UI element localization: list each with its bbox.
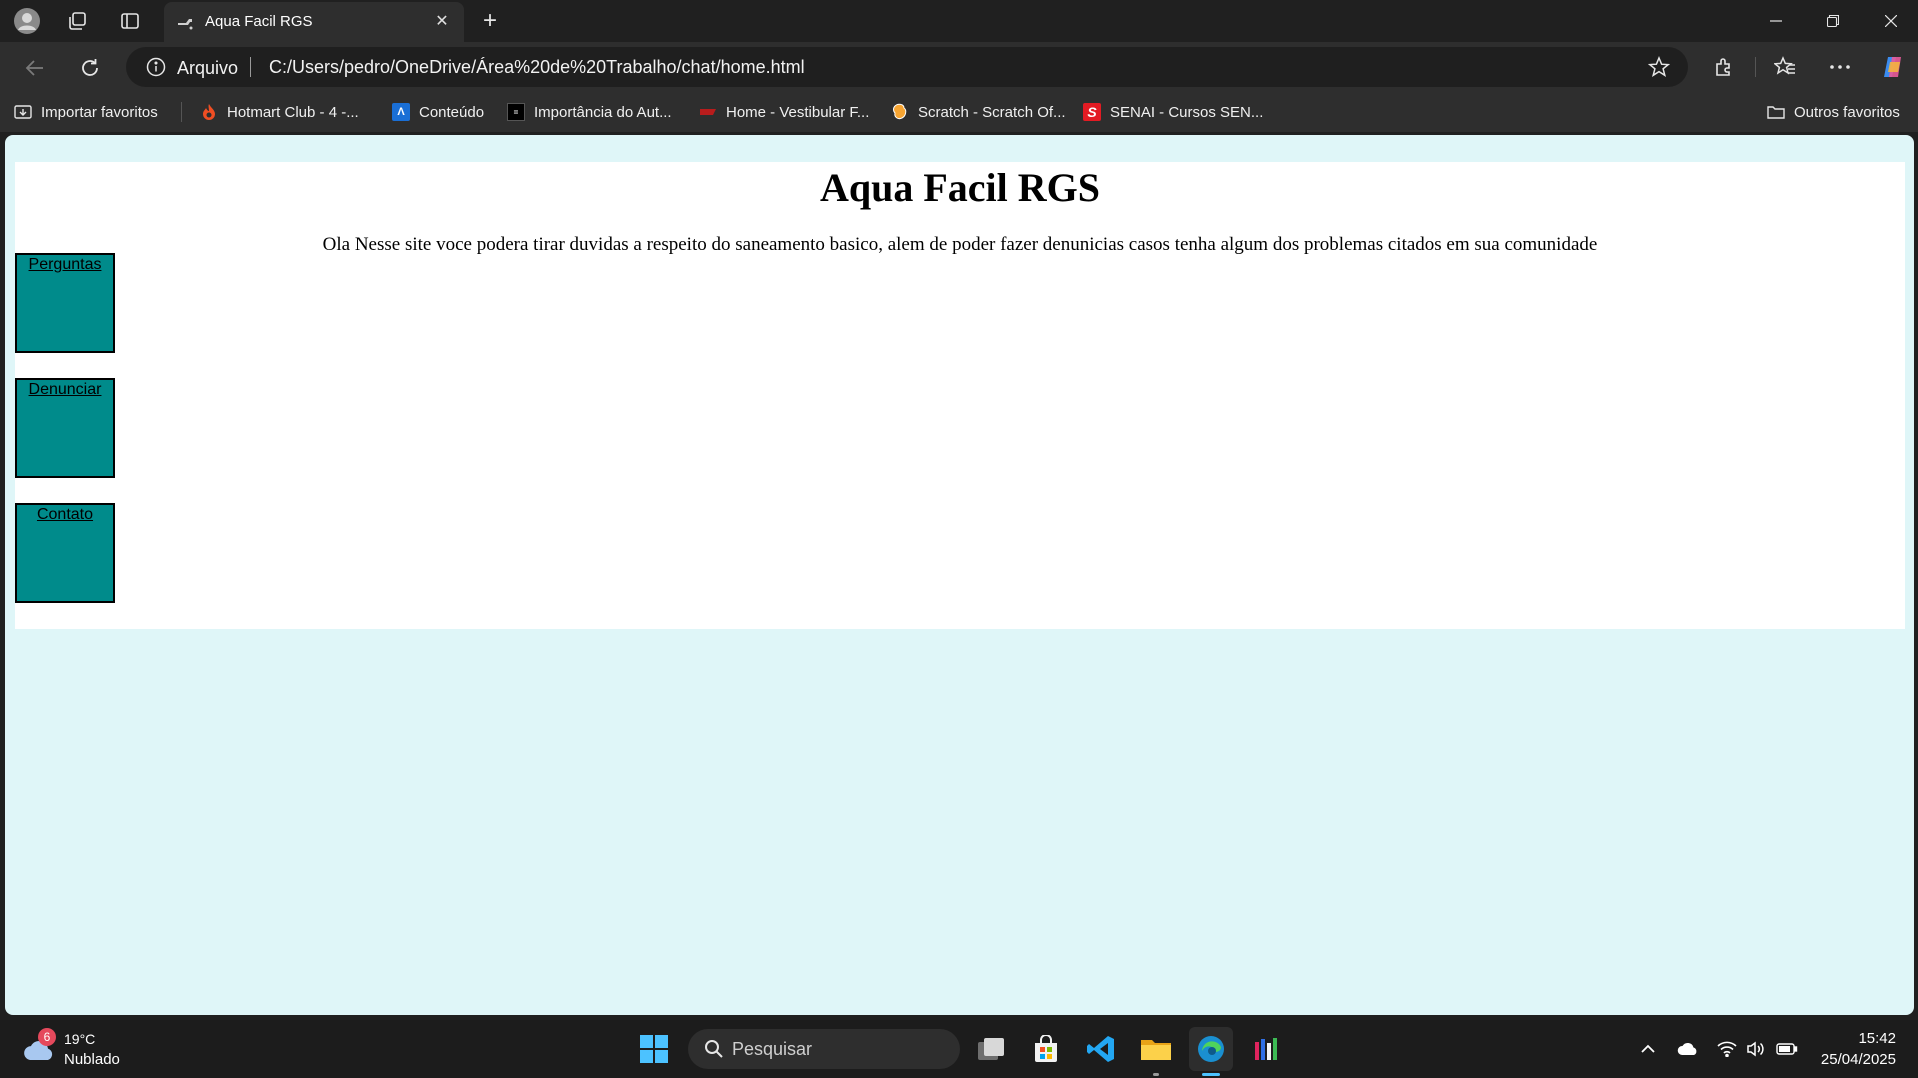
search-placeholder: Pesquisar [732,1039,813,1059]
volume-icon[interactable] [1745,1039,1767,1059]
page-viewport: Aqua Facil RGS Ola Nesse site voce poder… [5,135,1914,1015]
back-arrow-icon[interactable] [19,52,51,84]
explorer-running-indicator [1153,1073,1159,1076]
bookmark-label: SENAI - Cursos SEN... [1110,103,1264,121]
bookmark-label: Outros favoritos [1794,103,1900,121]
nav-box-denunciar[interactable]: Denunciar [15,378,115,478]
refresh-icon[interactable] [74,52,106,84]
vscode-icon[interactable] [1079,1027,1123,1071]
close-window-icon[interactable] [1868,6,1914,36]
profile-avatar-icon[interactable] [14,8,40,34]
start-windows-icon[interactable] [632,1027,676,1071]
bookmark-senai[interactable]: S SENAI - Cursos SEN... [1083,101,1263,123]
bookmark-label: Importar favoritos [41,103,158,121]
address-url[interactable]: C:/Users/pedro/OneDrive/Área%20de%20Trab… [269,57,805,78]
vertical-tabs-icon[interactable] [117,8,143,34]
bookmark-scratch[interactable]: Scratch - Scratch Of... [891,101,1066,123]
favorites-icon[interactable] [1771,53,1799,81]
workspaces-icon[interactable] [64,8,90,34]
battery-icon[interactable] [1776,1039,1798,1059]
folder-icon [1767,103,1785,121]
wifi-icon[interactable] [1716,1039,1738,1059]
bookmark-label: Scratch - Scratch Of... [918,103,1066,121]
nav-box-perguntas[interactable]: Perguntas [15,253,115,353]
bookmark-conteudo[interactable]: Λ Conteúdo [392,101,484,123]
weather-temperature[interactable]: 19°C [64,1031,95,1047]
taskbar: 6 19°C Nublado Pesquisar 15:42 25/04/202… [0,1020,1918,1078]
page-container: Aqua Facil RGS Ola Nesse site voce poder… [15,162,1905,629]
nav-box-contato[interactable]: Contato [15,503,115,603]
import-favorites-bookmark[interactable]: Importar favoritos [14,101,158,123]
contato-link[interactable]: Contato [37,506,93,523]
extensions-icon[interactable] [1710,53,1738,81]
denunciar-link[interactable]: Denunciar [29,381,102,398]
favorite-star-icon[interactable] [1647,56,1671,78]
onedrive-cloud-icon[interactable] [1677,1039,1699,1059]
copilot-icon[interactable] [1879,53,1907,81]
bookmark-label: Importância do Aut... [534,103,672,121]
dark-square-icon: = [507,103,525,121]
senai-s-icon: S [1083,103,1101,121]
page-intro-text: Ola Nesse site voce podera tirar duvidas… [322,234,1598,255]
edge-active-indicator [1202,1073,1220,1076]
bookmark-vestibular[interactable]: Home - Vestibular F... [699,101,869,123]
edge-icon[interactable] [1189,1027,1233,1071]
perguntas-link[interactable]: Perguntas [29,256,102,273]
tab-favicon-icon [176,13,196,31]
tab-title: Aqua Facil RGS [205,13,313,30]
flame-icon [200,103,218,121]
tray-overflow-chevron-icon[interactable] [1637,1039,1659,1059]
more-options-icon[interactable] [1826,53,1854,81]
bookmark-label: Home - Vestibular F... [726,103,870,121]
bookmark-label: Conteúdo [419,103,485,121]
weather-condition[interactable]: Nublado [64,1051,120,1068]
restore-icon[interactable] [1810,6,1856,36]
microsoft-store-icon[interactable] [1024,1027,1068,1071]
page-title: Aqua Facil RGS [819,165,1101,210]
weather-badge: 6 [38,1028,56,1046]
title-bar: Aqua Facil RGS ✕ + [0,0,1918,42]
active-tab[interactable]: Aqua Facil RGS ✕ [164,2,464,42]
clock-date[interactable]: 25/04/2025 [1821,1051,1896,1068]
address-scheme-label: Arquivo [177,58,239,78]
bookmark-label: Hotmart Club - 4 -... [227,103,359,121]
a-logo-icon: Λ [392,103,410,121]
task-view-icon[interactable] [969,1027,1013,1071]
bookmark-importancia[interactable]: = Importância do Aut... [507,101,672,123]
red-logo-icon [699,103,717,121]
site-info-icon[interactable] [146,57,166,77]
address-bar[interactable]: Arquivo C:/Users/pedro/OneDrive/Área%20d… [126,47,1688,87]
search-icon [704,1039,724,1059]
browser-toolbar: Arquivo C:/Users/pedro/OneDrive/Área%20d… [0,42,1918,92]
paint-app-icon[interactable] [1244,1027,1288,1071]
new-tab-button[interactable]: + [476,8,504,36]
address-separator [250,57,251,77]
import-icon [14,103,32,121]
minimize-icon[interactable] [1753,6,1799,36]
file-explorer-icon[interactable] [1134,1027,1178,1071]
other-favorites-bookmark[interactable]: Outros favoritos [1767,101,1900,123]
scratch-cat-icon [891,103,909,121]
taskbar-search-box[interactable]: Pesquisar [688,1029,960,1069]
tab-close-icon[interactable]: ✕ [430,10,454,34]
clock-time[interactable]: 15:42 [1858,1030,1896,1047]
bookmarks-separator [181,102,182,122]
bookmarks-bar: Importar favoritos Hotmart Club - 4 -...… [0,92,1918,132]
toolbar-divider [1755,57,1756,77]
bookmark-hotmart[interactable]: Hotmart Club - 4 -... [200,101,359,123]
